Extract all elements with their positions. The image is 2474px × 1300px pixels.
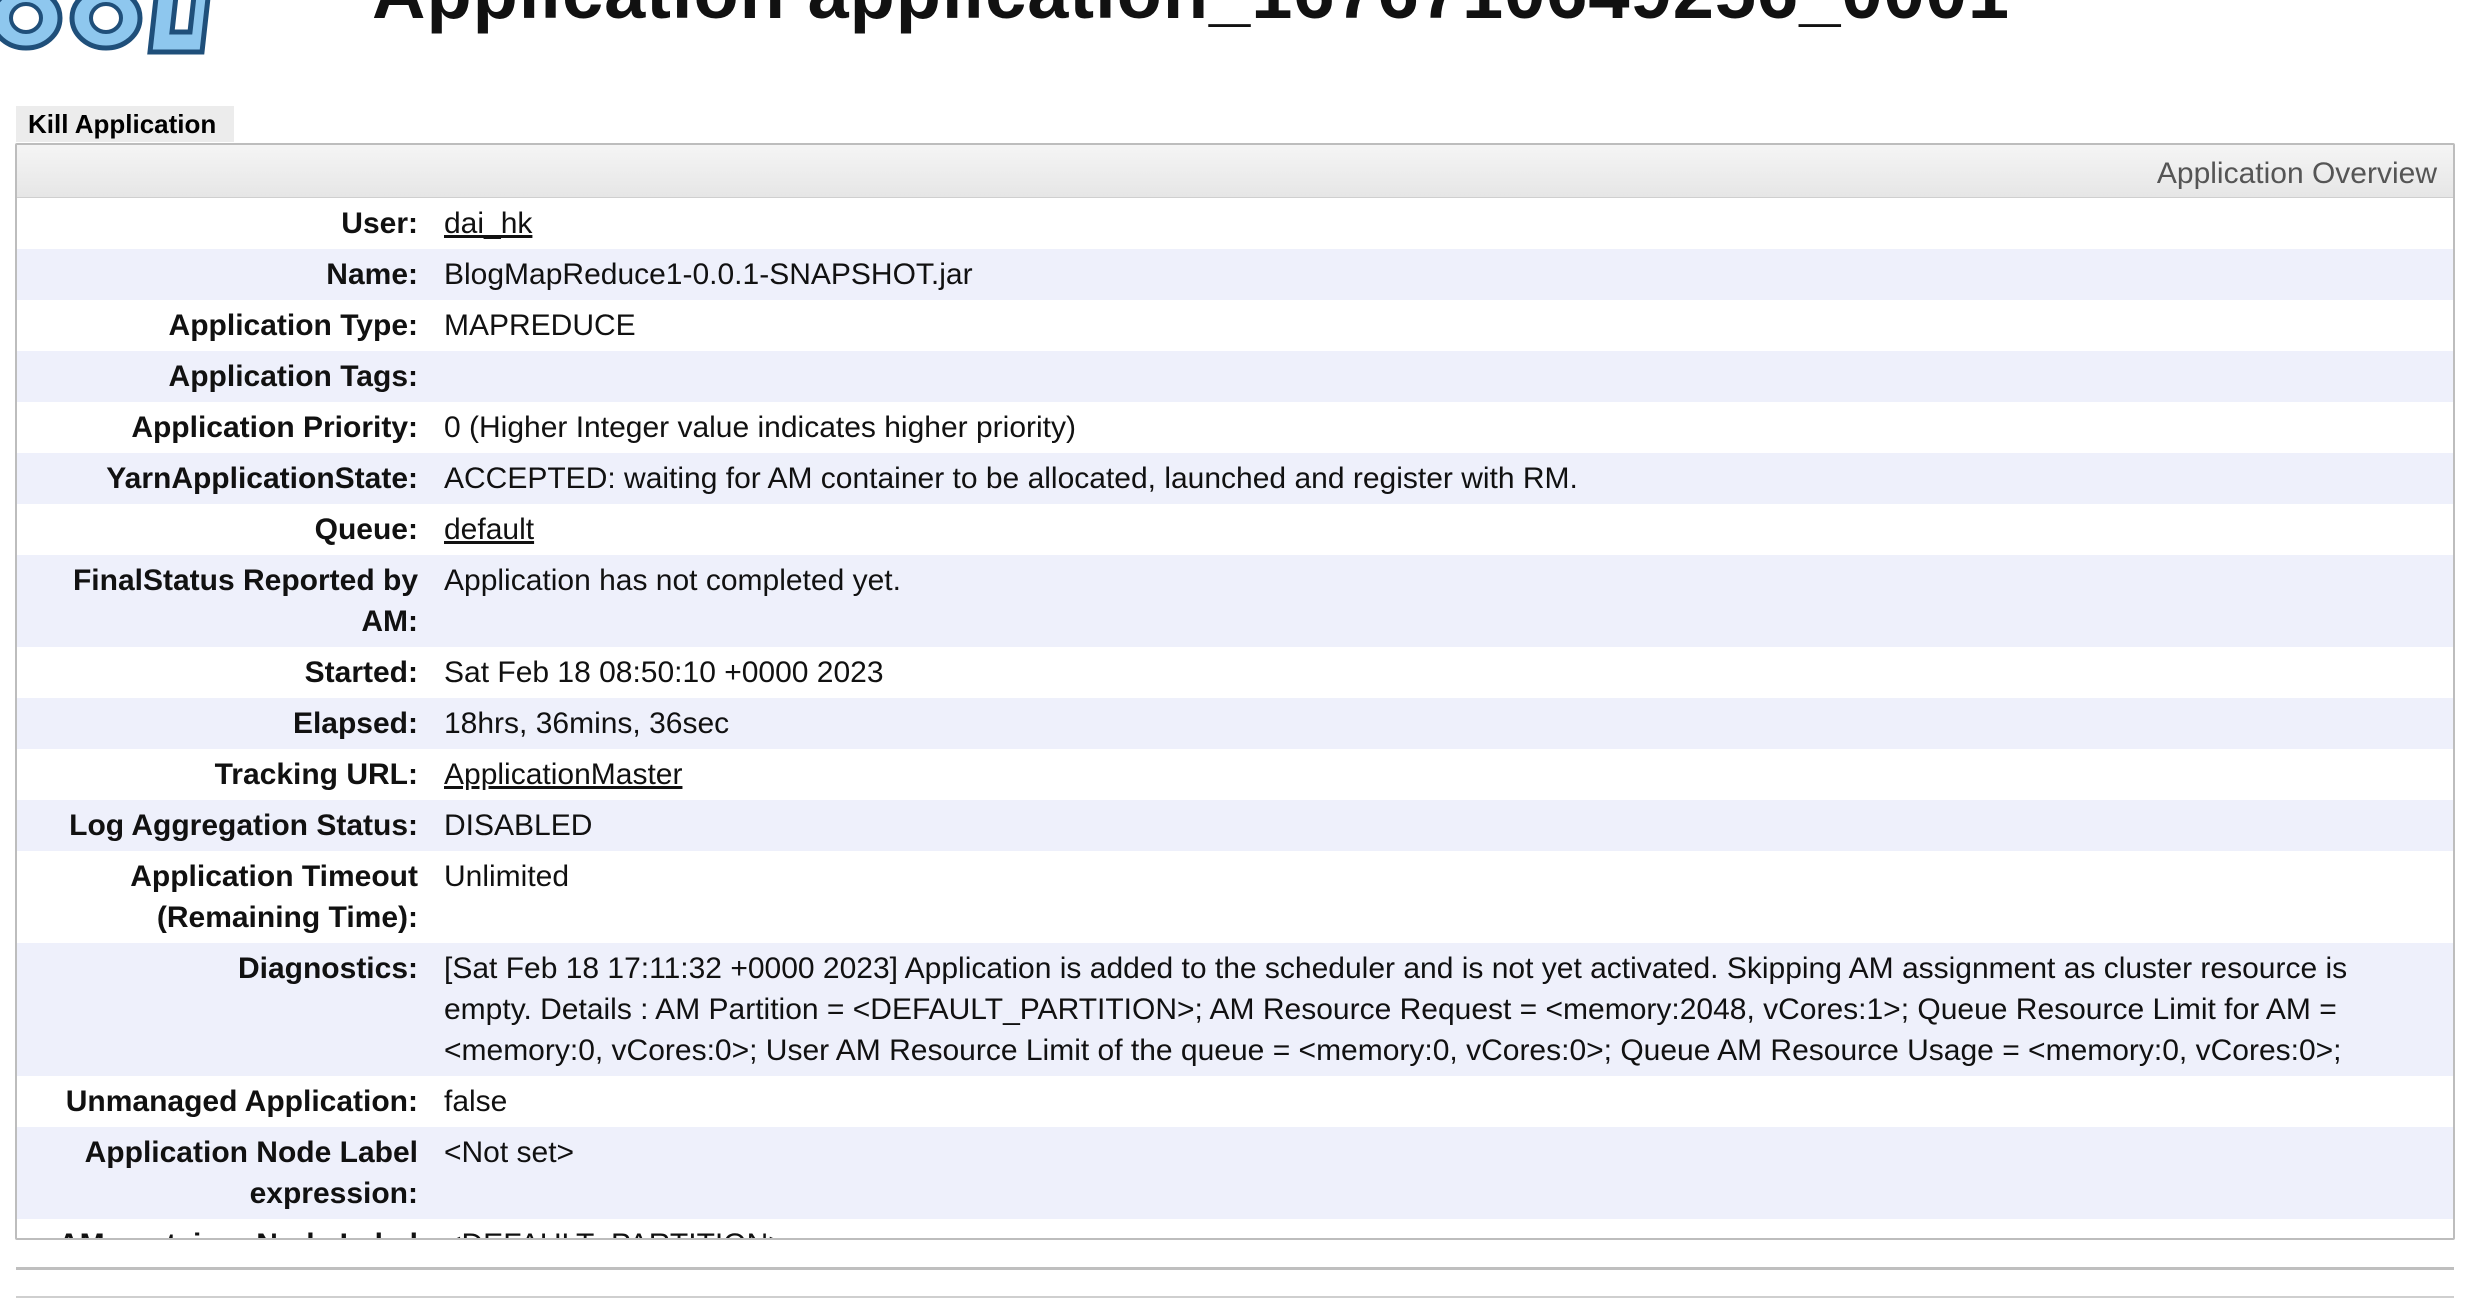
info-table: User: dai_hk Name: BlogMapReduce1-0.0.1-… [17, 198, 2453, 1238]
row-value: 18hrs, 36mins, 36sec [444, 707, 730, 740]
row-value: false [444, 1085, 508, 1118]
row-value: ACCEPTED: waiting for AM container to be… [444, 462, 1578, 495]
kill-application-button[interactable]: Kill Application [16, 106, 234, 142]
user-link[interactable]: dai_hk [444, 207, 532, 240]
row-application-type: Application Type: MAPREDUCE [17, 300, 2453, 351]
row-label: Application Timeout (Remaining Time): [130, 860, 418, 934]
row-value: MAPREDUCE [444, 309, 636, 342]
row-label: Name: [326, 258, 418, 291]
row-label: Queue: [314, 513, 418, 546]
row-tracking-url: Tracking URL: ApplicationMaster [17, 749, 2453, 800]
row-started: Started: Sat Feb 18 08:50:10 +0000 2023 [17, 647, 2453, 698]
row-name: Name: BlogMapReduce1-0.0.1-SNAPSHOT.jar [17, 249, 2453, 300]
row-unmanaged: Unmanaged Application: false [17, 1076, 2453, 1127]
row-value: [Sat Feb 18 17:11:32 +0000 2023] Applica… [444, 952, 2348, 1067]
section-divider [16, 1267, 2454, 1270]
row-application-priority: Application Priority: 0 (Higher Integer … [17, 402, 2453, 453]
row-label: FinalStatus Reported by AM: [72, 564, 418, 638]
queue-link[interactable]: default [444, 513, 534, 546]
row-label: YarnApplicationState: [106, 462, 418, 495]
row-value: Application has not completed yet. [444, 564, 901, 597]
row-value: 0 (Higher Integer value indicates higher… [444, 411, 1076, 444]
row-queue: Queue: default [17, 504, 2453, 555]
hadoop-logo-icon [0, 0, 211, 55]
row-label: Application Node Label expression: [84, 1136, 418, 1210]
row-label: Application Priority: [131, 411, 418, 444]
row-app-node-label: Application Node Label expression: <Not … [17, 1127, 2453, 1219]
row-value: <Not set> [444, 1136, 575, 1169]
row-value: DISABLED [444, 809, 593, 842]
overview-header: Application Overview [17, 145, 2453, 198]
row-value: Unlimited [444, 860, 570, 893]
row-am-container-node-label: AM container Node Label expression: <DEF… [17, 1219, 2453, 1238]
overview-caption: Application Overview [2156, 157, 2437, 190]
row-log-aggregation: Log Aggregation Status: DISABLED [17, 800, 2453, 851]
row-label: Tracking URL: [214, 758, 418, 791]
row-value: <DEFAULT_PARTITION> [432, 1219, 2453, 1238]
row-application-timeout: Application Timeout (Remaining Time): Un… [17, 851, 2453, 943]
row-label: Diagnostics: [237, 952, 418, 985]
row-final-status: FinalStatus Reported by AM: Application … [17, 555, 2453, 647]
page-title: Application application_1676710649256_00… [372, 0, 2010, 30]
row-label: Application Type: [168, 309, 418, 342]
application-overview-table: Application Overview User: dai_hk Name: … [15, 143, 2455, 1240]
row-value: BlogMapReduce1-0.0.1-SNAPSHOT.jar [444, 258, 973, 291]
row-value: ApplicationMaster [432, 749, 2453, 800]
row-label: AM container Node Label expression: [17, 1219, 432, 1238]
section-divider [16, 1296, 2454, 1298]
tracking-url-link[interactable]: ApplicationMaster [444, 758, 682, 791]
row-value: default [432, 504, 2453, 555]
row-user: User: dai_hk [17, 198, 2453, 249]
row-diagnostics: Diagnostics: [Sat Feb 18 17:11:32 +0000 … [17, 943, 2453, 1076]
row-value: Sat Feb 18 08:50:10 +0000 2023 [444, 656, 884, 689]
row-label: Started: [304, 656, 418, 689]
row-label: Unmanaged Application: [65, 1085, 418, 1118]
row-label: Elapsed: [292, 707, 418, 740]
row-value: dai_hk [432, 198, 2453, 249]
row-label: User: [341, 207, 418, 240]
row-label: Application Tags: [168, 360, 418, 393]
row-yarn-state: YarnApplicationState: ACCEPTED: waiting … [17, 453, 2453, 504]
row-value [432, 351, 2453, 402]
row-application-tags: Application Tags: [17, 351, 2453, 402]
row-elapsed: Elapsed: 18hrs, 36mins, 36sec [17, 698, 2453, 749]
row-label: Log Aggregation Status: [69, 809, 418, 842]
